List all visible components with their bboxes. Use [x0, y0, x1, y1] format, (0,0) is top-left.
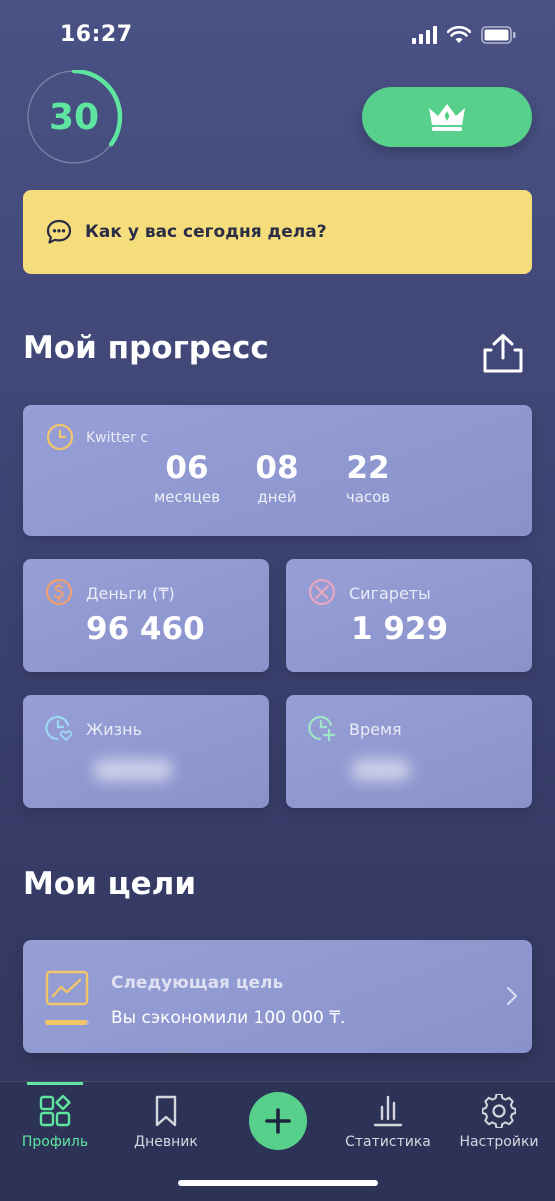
time-saved-label: Время [349, 720, 402, 739]
money-card[interactable]: Деньги (₸) 96 460 [23, 559, 269, 672]
tab-settings-label: Настройки [459, 1134, 539, 1150]
tab-diary-label: Дневник [134, 1134, 198, 1150]
next-goal-description: Вы сэкономили 100 000 ₸. [111, 1008, 346, 1028]
mood-check-card[interactable]: Как у вас сегодня дела? [23, 190, 532, 274]
cigarettes-label: Сигареты [349, 584, 431, 603]
next-goal-title: Следующая цель [111, 973, 284, 993]
next-goal-card[interactable]: Следующая цель Вы сэкономили 100 000 ₸. [23, 940, 532, 1053]
months-unit: месяцев [153, 488, 221, 506]
time-saved-value-blurred [351, 759, 411, 781]
days-unit: дней [257, 488, 297, 506]
life-card[interactable]: Жизнь [23, 695, 269, 808]
money-label: Деньги (₸) [86, 584, 175, 603]
cigarettes-value: 1 929 [351, 611, 449, 647]
goals-title: Мои цели [23, 866, 197, 902]
duration-months: 06 месяцев [137, 450, 237, 506]
no-cigarette-icon [308, 578, 336, 606]
grid-icon [39, 1094, 71, 1127]
cigarettes-card[interactable]: Сигареты 1 929 [286, 559, 532, 672]
tab-profile[interactable]: Профиль [15, 1082, 95, 1150]
quit-since-label: Kwitter с [86, 430, 149, 446]
tab-statistics[interactable]: Статистика [343, 1082, 433, 1150]
chart-trend-icon [45, 970, 89, 1006]
streak-ring[interactable]: 30 [25, 68, 123, 166]
money-value: 96 460 [86, 611, 205, 647]
duration-hours: 22 часов [318, 450, 418, 506]
cellular-signal-icon [412, 26, 437, 44]
status-bar: 16:27 [0, 0, 555, 70]
home-indicator [178, 1180, 378, 1186]
status-time: 16:27 [60, 22, 133, 47]
tab-diary[interactable]: Дневник [126, 1082, 206, 1150]
life-value-blurred [93, 759, 173, 781]
months-value: 06 [165, 450, 209, 486]
chevron-right-icon [507, 987, 517, 1005]
chat-bubble-icon [46, 219, 72, 244]
clock-plus-icon [308, 715, 336, 742]
tab-settings[interactable]: Настройки [456, 1082, 542, 1150]
premium-button[interactable] [362, 87, 532, 147]
crown-icon [429, 104, 465, 131]
hours-unit: часов [345, 488, 391, 506]
coin-icon [45, 578, 73, 606]
streak-value: 30 [48, 96, 100, 138]
share-icon[interactable] [481, 332, 525, 374]
bookmark-icon [155, 1095, 177, 1127]
days-value: 08 [255, 450, 299, 486]
goal-progress-bar [45, 1020, 89, 1025]
mood-question: Как у вас сегодня дела? [85, 222, 327, 242]
battery-icon [481, 26, 516, 44]
clock-icon [46, 423, 74, 451]
tab-statistics-label: Статистика [345, 1134, 431, 1150]
wifi-icon [447, 26, 471, 43]
time-saved-card[interactable]: Время [286, 695, 532, 808]
bar-chart-icon [373, 1095, 403, 1127]
add-button[interactable] [249, 1092, 307, 1150]
gear-icon [482, 1094, 516, 1128]
tab-profile-label: Профиль [21, 1134, 89, 1150]
status-icons [412, 26, 517, 44]
plus-icon [265, 1108, 291, 1134]
life-label: Жизнь [86, 720, 143, 739]
clock-heart-icon [45, 715, 73, 741]
progress-title: Мой прогресс [23, 330, 269, 366]
duration-days: 08 дней [227, 450, 327, 506]
hours-value: 22 [346, 450, 390, 486]
